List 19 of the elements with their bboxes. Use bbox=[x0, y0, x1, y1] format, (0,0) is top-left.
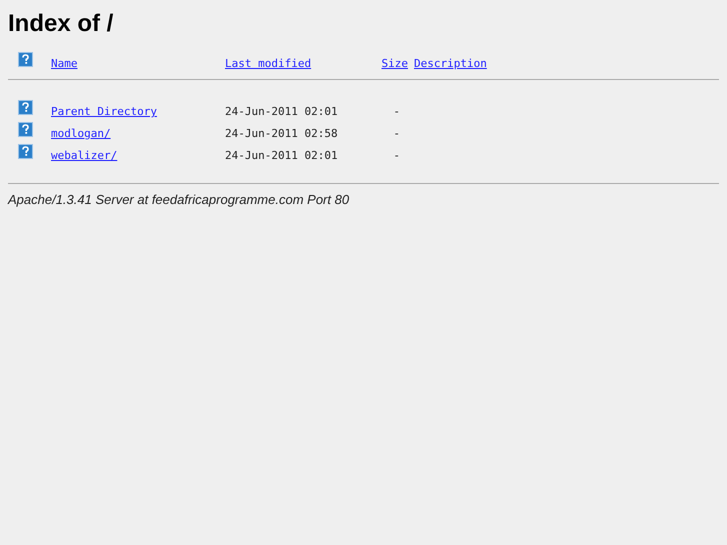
column-header[interactable]: Name bbox=[51, 57, 78, 70]
modified-date: 24-Jun-2011 02:01 bbox=[225, 105, 338, 118]
column-header[interactable]: Description bbox=[414, 57, 487, 70]
file-size: - bbox=[393, 127, 400, 140]
file-size: - bbox=[393, 105, 400, 118]
file-link[interactable]: Parent Directory bbox=[51, 105, 157, 118]
question-icon bbox=[18, 100, 33, 115]
modified-date: 24-Jun-2011 02:58 bbox=[225, 127, 338, 140]
file-link[interactable]: webalizer/ bbox=[51, 149, 118, 162]
page-title: Index of / bbox=[8, 10, 114, 38]
file-link[interactable]: modlogan/ bbox=[51, 127, 111, 140]
column-header[interactable]: Size bbox=[382, 57, 408, 70]
question-icon bbox=[18, 52, 33, 67]
question-icon bbox=[18, 122, 33, 137]
column-header[interactable]: Last modified bbox=[225, 57, 312, 70]
file-size: - bbox=[393, 149, 400, 162]
server-signature: Apache/1.3.41 Server at feedafricaprogramme.com Port 80 bbox=[8, 192, 350, 207]
question-icon bbox=[18, 144, 33, 159]
modified-date: 24-Jun-2011 02:01 bbox=[225, 149, 338, 162]
